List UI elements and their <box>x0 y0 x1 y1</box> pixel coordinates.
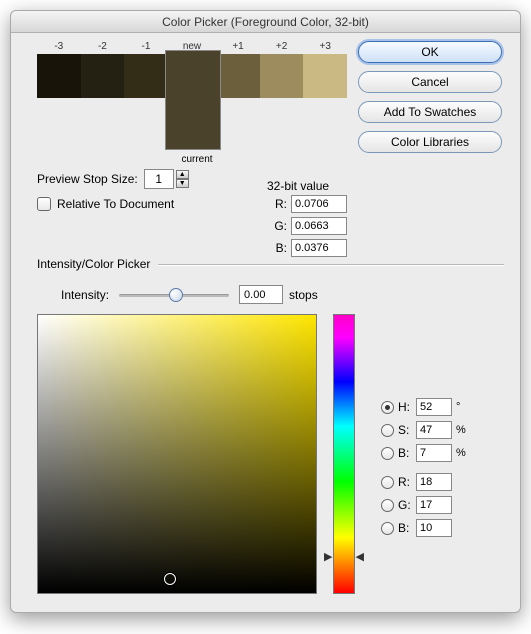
r-label: R: <box>398 475 416 489</box>
radio-s[interactable] <box>381 424 394 437</box>
32bit-r-input[interactable] <box>291 195 347 213</box>
swatch-m1[interactable] <box>124 54 168 98</box>
b-input[interactable] <box>416 444 452 462</box>
b-unit: % <box>456 447 468 459</box>
g-input[interactable] <box>416 496 452 514</box>
32bit-b-input[interactable] <box>291 239 347 257</box>
swatch-m3[interactable] <box>37 54 81 98</box>
g-label: G: <box>398 498 416 512</box>
current-label: current <box>37 154 357 165</box>
radio-r[interactable] <box>381 476 394 489</box>
h-unit: ° <box>456 401 468 413</box>
hue-slider[interactable] <box>333 314 355 594</box>
stop-label-p2: +2 <box>260 41 304 52</box>
s-label: S: <box>398 423 416 437</box>
preview-stop-input[interactable] <box>144 169 174 189</box>
color-libraries-button[interactable]: Color Libraries <box>358 131 502 153</box>
swatch-p2[interactable] <box>260 54 304 98</box>
divider <box>158 264 504 265</box>
stop-label-p3: +3 <box>303 41 347 52</box>
swatch-p1[interactable] <box>216 54 260 98</box>
intensity-unit: stops <box>289 288 318 302</box>
intensity-label: Intensity: <box>61 288 109 302</box>
stop-label-p1: +1 <box>216 41 260 52</box>
color-values: H: ° S: % B: % <box>381 398 468 594</box>
32bit-title: 32-bit value <box>267 179 329 193</box>
stepper-up-icon[interactable]: ▲ <box>176 170 189 179</box>
h-label: H: <box>398 400 416 414</box>
swatch-current[interactable] <box>166 100 220 149</box>
radio-h[interactable] <box>381 401 394 414</box>
relative-checkbox[interactable] <box>37 197 51 211</box>
32bit-value-group: 32-bit value R: G: B: <box>267 179 347 261</box>
s-unit: % <box>456 424 468 436</box>
32bit-r-label: R: <box>267 197 287 211</box>
b-label: B: <box>398 446 416 460</box>
color-picker-dialog: Color Picker (Foreground Color, 32-bit) … <box>10 10 521 613</box>
swatch-p3[interactable] <box>303 54 347 98</box>
hue-arrow-left-icon: ▶ <box>324 550 332 563</box>
preview-stop-label: Preview Stop Size: <box>37 172 138 186</box>
intensity-input[interactable] <box>239 285 283 304</box>
stop-label-m3: -3 <box>37 41 81 52</box>
32bit-g-label: G: <box>267 219 287 233</box>
h-input[interactable] <box>416 398 452 416</box>
stop-label-m2: -2 <box>81 41 125 52</box>
radio-b2[interactable] <box>381 522 394 535</box>
relative-label: Relative To Document <box>57 197 174 211</box>
slider-thumb-icon[interactable] <box>169 288 183 302</box>
swatch-m2[interactable] <box>81 54 125 98</box>
color-field-cursor-icon[interactable] <box>164 573 176 585</box>
swatch-new-current <box>165 50 221 150</box>
b2-label: B: <box>398 521 416 535</box>
radio-b[interactable] <box>381 447 394 460</box>
ok-button[interactable]: OK <box>358 41 502 63</box>
stepper-down-icon[interactable]: ▼ <box>176 179 189 188</box>
hue-arrow-right-icon: ◀ <box>356 550 364 563</box>
stop-label-m1: -1 <box>124 41 168 52</box>
32bit-g-input[interactable] <box>291 217 347 235</box>
32bit-b-label: B: <box>267 241 287 255</box>
s-input[interactable] <box>416 421 452 439</box>
color-field[interactable] <box>37 314 317 594</box>
radio-g[interactable] <box>381 499 394 512</box>
cancel-button[interactable]: Cancel <box>358 71 502 93</box>
add-to-swatches-button[interactable]: Add To Swatches <box>358 101 502 123</box>
intensity-slider[interactable] <box>119 287 229 303</box>
swatch-new[interactable] <box>166 51 220 100</box>
dialog-title: Color Picker (Foreground Color, 32-bit) <box>11 11 520 33</box>
r-input[interactable] <box>416 473 452 491</box>
b2-input[interactable] <box>416 519 452 537</box>
section-title: Intensity/Color Picker <box>37 257 150 271</box>
